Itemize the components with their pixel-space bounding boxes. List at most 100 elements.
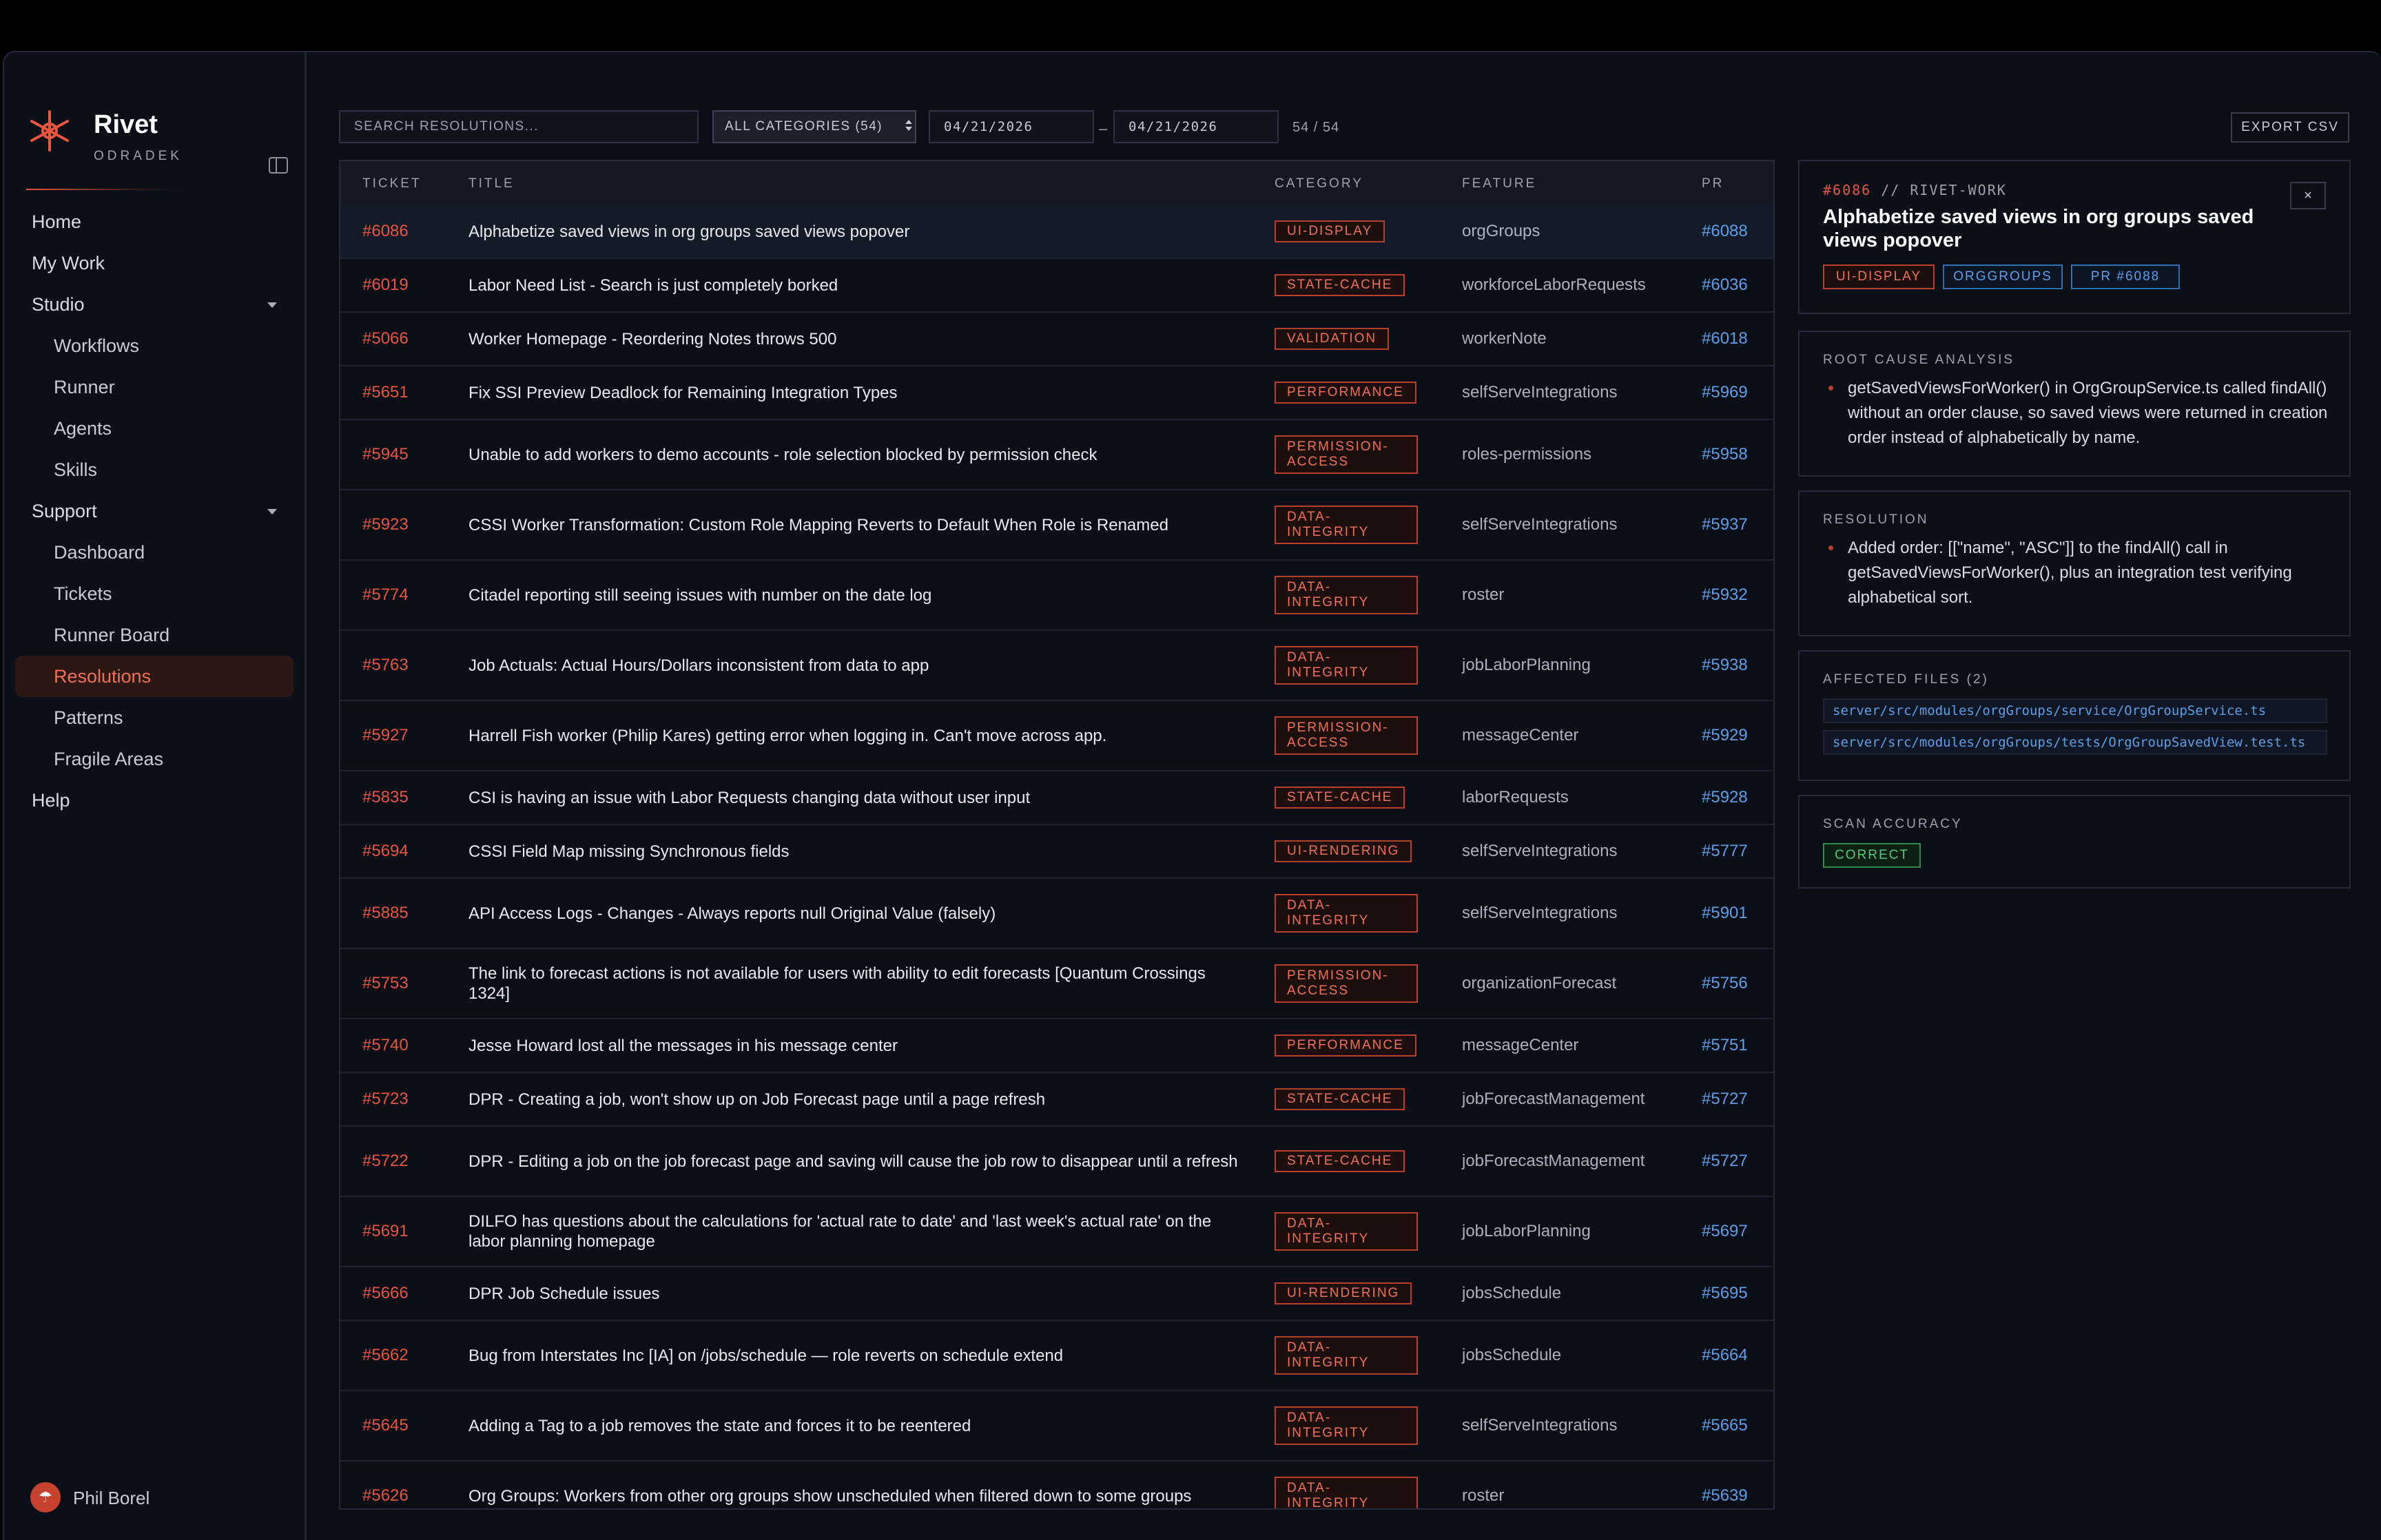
table-row[interactable]: #6019 Labor Need List - Search is just co… xyxy=(340,259,1773,313)
nav-my-work[interactable]: My Work xyxy=(4,242,305,284)
pr-link[interactable]: #5664 xyxy=(1702,1346,1748,1365)
pr-link[interactable]: #5777 xyxy=(1702,842,1748,861)
pr-link[interactable]: #5932 xyxy=(1702,585,1748,605)
row-ticket[interactable]: #5662 xyxy=(362,1321,409,1390)
nav-workflows[interactable]: Workflows xyxy=(4,325,305,366)
nav-tickets[interactable]: Tickets xyxy=(4,573,305,614)
nav-home[interactable]: Home xyxy=(4,201,305,242)
row-ticket[interactable]: #5945 xyxy=(362,420,409,489)
row-ticket[interactable]: #5691 xyxy=(362,1197,409,1266)
nav-support[interactable]: Support xyxy=(4,490,305,532)
export-csv-button[interactable]: EXPORT CSV xyxy=(2231,112,2349,143)
nav-runner-board[interactable]: Runner Board xyxy=(4,614,305,656)
row-ticket[interactable]: #5694 xyxy=(362,825,409,877)
pr-link[interactable]: #5958 xyxy=(1702,445,1748,464)
nav-studio[interactable]: Studio xyxy=(4,284,305,325)
row-ticket[interactable]: #5066 xyxy=(362,313,409,365)
ticket-link[interactable]: #6019 xyxy=(362,275,409,295)
row-pr[interactable]: #5751 xyxy=(1702,1019,1748,1072)
row-pr[interactable]: #5932 xyxy=(1702,561,1748,629)
row-pr[interactable]: #5958 xyxy=(1702,420,1748,489)
pr-link[interactable]: #5938 xyxy=(1702,656,1748,675)
table-row[interactable]: #5740 Jesse Howard lost all the messages … xyxy=(340,1019,1773,1073)
sidebar-collapse-icon[interactable] xyxy=(269,157,288,174)
pr-link[interactable]: #5727 xyxy=(1702,1090,1748,1109)
row-pr[interactable]: #5697 xyxy=(1702,1197,1748,1266)
table-row[interactable]: #5753 The link to forecast actions is not… xyxy=(340,949,1773,1019)
nav-skills[interactable]: Skills xyxy=(4,449,305,490)
ticket-link[interactable]: #5662 xyxy=(362,1346,409,1365)
pr-link[interactable]: #6018 xyxy=(1702,329,1748,348)
ticket-link[interactable]: #5694 xyxy=(362,842,409,861)
ticket-link[interactable]: #5835 xyxy=(362,788,409,807)
row-pr[interactable]: #5639 xyxy=(1702,1461,1748,1508)
pr-link[interactable]: #5695 xyxy=(1702,1284,1748,1303)
table-row[interactable]: #5626 Org Groups: Workers from other org … xyxy=(340,1461,1773,1508)
row-ticket[interactable]: #5723 xyxy=(362,1073,409,1125)
pr-link[interactable]: #6088 xyxy=(1702,222,1748,241)
row-ticket[interactable]: #5927 xyxy=(362,701,409,770)
table-row[interactable]: #5691 DILFO has questions about the calcu… xyxy=(340,1197,1773,1267)
date-to-input[interactable]: 04/21/2026 xyxy=(1113,110,1279,143)
table-row[interactable]: #5923 CSSI Worker Transformation: Custom … xyxy=(340,490,1773,561)
row-ticket[interactable]: #5626 xyxy=(362,1461,409,1508)
header-pr[interactable]: PR xyxy=(1702,176,1724,191)
detail-pr-tag[interactable]: PR #6088 xyxy=(2071,264,2180,289)
pr-link[interactable]: #5665 xyxy=(1702,1416,1748,1435)
pr-link[interactable]: #5751 xyxy=(1702,1036,1748,1055)
header-category[interactable]: CATEGORY xyxy=(1275,176,1363,191)
pr-link[interactable]: #5639 xyxy=(1702,1486,1748,1506)
ticket-link[interactable]: #5885 xyxy=(362,904,409,923)
category-select[interactable]: ALL CATEGORIES (54) xyxy=(712,110,916,143)
table-row[interactable]: #5662 Bug from Interstates Inc [IA] on /j… xyxy=(340,1321,1773,1391)
pr-link[interactable]: #5929 xyxy=(1702,726,1748,745)
table-row[interactable]: #5774 Citadel reporting still seeing issu… xyxy=(340,561,1773,631)
row-ticket[interactable]: #5645 xyxy=(362,1391,409,1460)
ticket-link[interactable]: #6086 xyxy=(362,222,409,241)
row-pr[interactable]: #5929 xyxy=(1702,701,1748,770)
ticket-link[interactable]: #5626 xyxy=(362,1486,409,1506)
row-ticket[interactable]: #6019 xyxy=(362,259,409,311)
table-row[interactable]: #6086 Alphabetize saved views in org grou… xyxy=(340,205,1773,259)
pr-link[interactable]: #5727 xyxy=(1702,1152,1748,1171)
row-pr[interactable]: #5777 xyxy=(1702,825,1748,877)
nav-dashboard[interactable]: Dashboard xyxy=(4,532,305,573)
ticket-link[interactable]: #5723 xyxy=(362,1090,409,1109)
row-ticket[interactable]: #5923 xyxy=(362,490,409,559)
pr-link[interactable]: #5937 xyxy=(1702,515,1748,534)
file-path[interactable]: server/src/modules/orgGroups/tests/OrgGr… xyxy=(1823,730,2327,755)
nav-patterns[interactable]: Patterns xyxy=(4,697,305,738)
ticket-link[interactable]: #5066 xyxy=(362,329,409,348)
close-icon[interactable]: × xyxy=(2290,182,2326,209)
pr-link[interactable]: #6036 xyxy=(1702,275,1748,295)
ticket-link[interactable]: #5722 xyxy=(362,1152,409,1171)
row-ticket[interactable]: #5722 xyxy=(362,1127,409,1196)
row-pr[interactable]: #6018 xyxy=(1702,313,1748,365)
date-from-input[interactable]: 04/21/2026 xyxy=(929,110,1094,143)
pr-link[interactable]: #5697 xyxy=(1702,1222,1748,1241)
ticket-link[interactable]: #5666 xyxy=(362,1284,409,1303)
ticket-link[interactable]: #5774 xyxy=(362,585,409,605)
table-row[interactable]: #5066 Worker Homepage - Reordering Notes … xyxy=(340,313,1773,366)
nav-runner[interactable]: Runner xyxy=(4,366,305,408)
row-pr[interactable]: #5727 xyxy=(1702,1073,1748,1125)
table-row[interactable]: #5945 Unable to add workers to demo accou… xyxy=(340,420,1773,490)
row-ticket[interactable]: #5885 xyxy=(362,879,409,948)
header-ticket[interactable]: TICKET xyxy=(362,176,422,191)
nav-fragile-areas[interactable]: Fragile Areas xyxy=(4,738,305,780)
ticket-link[interactable]: #5645 xyxy=(362,1416,409,1435)
row-pr[interactable]: #5928 xyxy=(1702,771,1748,824)
ticket-link[interactable]: #5691 xyxy=(362,1222,409,1241)
row-ticket[interactable]: #5740 xyxy=(362,1019,409,1072)
table-row[interactable]: #5835 CSI is having an issue with Labor R… xyxy=(340,771,1773,825)
pr-link[interactable]: #5969 xyxy=(1702,383,1748,402)
table-row[interactable]: #5723 DPR - Creating a job, won't show up… xyxy=(340,1073,1773,1127)
row-pr[interactable]: #5937 xyxy=(1702,490,1748,559)
header-feature[interactable]: FEATURE xyxy=(1462,176,1536,191)
pr-link[interactable]: #5928 xyxy=(1702,788,1748,807)
row-ticket[interactable]: #5835 xyxy=(362,771,409,824)
pr-link[interactable]: #5901 xyxy=(1702,904,1748,923)
row-pr[interactable]: #5756 xyxy=(1702,949,1748,1018)
row-pr[interactable]: #5664 xyxy=(1702,1321,1748,1390)
row-ticket[interactable]: #5774 xyxy=(362,561,409,629)
